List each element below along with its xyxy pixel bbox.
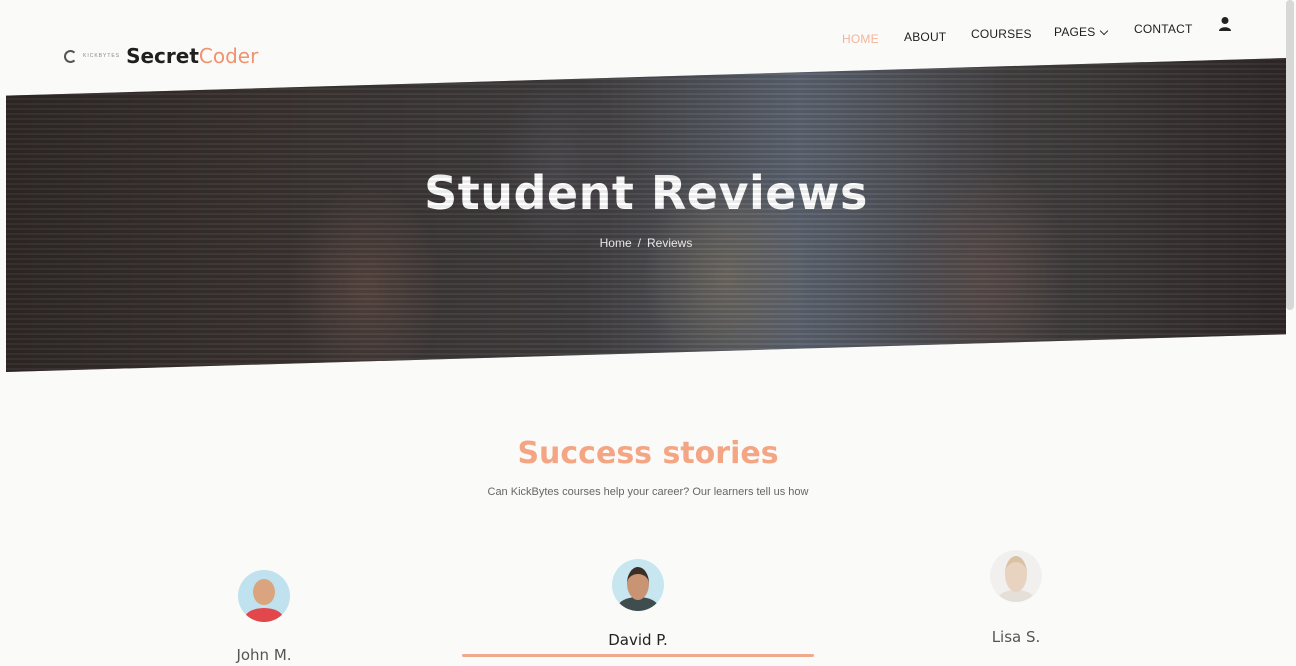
section-subtitle: Can KickBytes courses help your career? … [487,486,809,498]
breadcrumb-separator: / [637,236,641,250]
reviewer-name: David P. [608,631,668,649]
nav-item-about[interactable]: About [904,30,946,44]
avatar-head [627,567,649,600]
reviewer-card-david[interactable]: David P. [588,559,688,649]
breadcrumb-current: Reviews [647,236,693,250]
avatar-body [245,608,283,622]
logo-tagline: KICKBYTES [83,53,121,59]
chevron-down-icon [1100,26,1109,36]
nav-item-home[interactable]: Home [842,32,879,46]
reviewer-card-john[interactable]: John M. [214,570,314,664]
avatar [612,559,664,611]
logo-mark-icon [64,49,77,63]
avatar-head [1005,556,1027,592]
reviewer-name: Lisa S. [991,628,1041,646]
breadcrumb-home[interactable]: Home [600,236,632,250]
logo-text-primary: Secret [126,44,199,68]
page-scrollbar[interactable] [1286,0,1294,310]
avatar [238,570,290,622]
user-icon[interactable] [1218,16,1232,32]
main-nav: Home About Courses Pages Contact [840,17,1240,50]
nav-item-courses[interactable]: Courses [971,27,1032,41]
active-reviewer-underline [462,654,814,657]
reviewer-name: John M. [236,646,292,664]
page-title: Student Reviews [424,166,868,220]
page: KICKBYTES SecretCoder Home About Courses… [0,0,1296,666]
nav-item-contact[interactable]: Contact [1134,22,1193,36]
nav-item-pages-label: Pages [1054,25,1096,39]
section-title: Success stories [517,436,779,471]
reviewer-card-lisa[interactable]: Lisa S. [966,550,1066,646]
nav-item-pages[interactable]: Pages [1054,25,1109,39]
hero-banner: Student Reviews Home / Reviews [6,58,1286,372]
logo-text-accent: Coder [198,44,259,68]
avatar-head [253,579,275,605]
breadcrumb: Home / Reviews [6,236,1286,250]
logo-text: SecretCoder [126,44,258,68]
avatar [990,550,1042,602]
site-logo[interactable]: KICKBYTES SecretCoder [64,44,258,68]
